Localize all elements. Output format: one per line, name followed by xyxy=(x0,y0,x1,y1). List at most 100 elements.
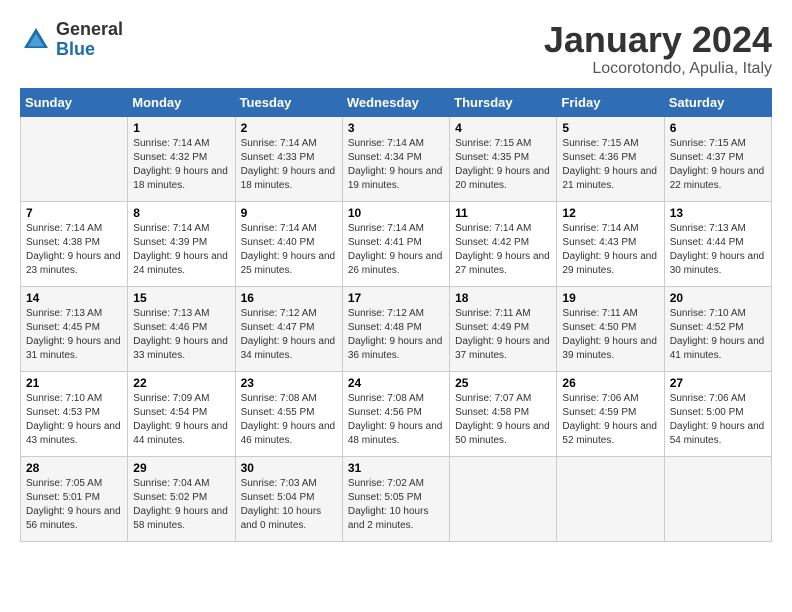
calendar-cell: 24 Sunrise: 7:08 AMSunset: 4:56 PMDayligh… xyxy=(342,371,449,456)
day-number: 14 xyxy=(26,291,122,305)
day-info: Sunrise: 7:08 AMSunset: 4:56 PMDaylight:… xyxy=(348,392,444,448)
calendar-cell xyxy=(21,116,128,201)
calendar-cell: 3 Sunrise: 7:14 AMSunset: 4:34 PMDaylight… xyxy=(342,116,449,201)
day-info: Sunrise: 7:07 AMSunset: 4:58 PMDaylight:… xyxy=(455,392,551,448)
day-number: 13 xyxy=(670,206,766,220)
day-info: Sunrise: 7:10 AMSunset: 4:53 PMDaylight:… xyxy=(26,392,122,448)
calendar-cell: 27 Sunrise: 7:06 AMSunset: 5:00 PMDayligh… xyxy=(664,371,771,456)
day-info: Sunrise: 7:08 AMSunset: 4:55 PMDaylight:… xyxy=(241,392,337,448)
day-info: Sunrise: 7:04 AMSunset: 5:02 PMDaylight:… xyxy=(133,477,229,533)
calendar-cell xyxy=(450,456,557,541)
calendar-cell: 17Sunrise: 7:12 AMSunset: 4:48 PMDayligh… xyxy=(342,286,449,371)
day-info: Sunrise: 7:14 AMSunset: 4:43 PMDaylight:… xyxy=(562,222,658,278)
calendar-week-row: 14Sunrise: 7:13 AMSunset: 4:45 PMDayligh… xyxy=(21,286,772,371)
day-of-week-header: Sunday xyxy=(21,88,128,116)
calendar-cell: 4 Sunrise: 7:15 AMSunset: 4:35 PMDaylight… xyxy=(450,116,557,201)
calendar-cell: 23 Sunrise: 7:08 AMSunset: 4:55 PMDayligh… xyxy=(235,371,342,456)
calendar-cell: 22Sunrise: 7:09 AMSunset: 4:54 PMDayligh… xyxy=(128,371,235,456)
logo-blue: Blue xyxy=(56,40,123,60)
day-info: Sunrise: 7:14 AMSunset: 4:34 PMDaylight:… xyxy=(348,137,444,193)
day-info: Sunrise: 7:14 AMSunset: 4:42 PMDaylight:… xyxy=(455,222,551,278)
day-number: 8 xyxy=(133,206,229,220)
day-number: 5 xyxy=(562,121,658,135)
calendar-cell: 7Sunrise: 7:14 AMSunset: 4:38 PMDaylight… xyxy=(21,201,128,286)
calendar-cell: 29 Sunrise: 7:04 AMSunset: 5:02 PMDayligh… xyxy=(128,456,235,541)
day-info: Sunrise: 7:11 AMSunset: 4:50 PMDaylight:… xyxy=(562,307,658,363)
day-number: 20 xyxy=(670,291,766,305)
day-number: 25 xyxy=(455,376,551,390)
day-info: Sunrise: 7:02 AMSunset: 5:05 PMDaylight:… xyxy=(348,477,444,533)
day-info: Sunrise: 7:14 AMSunset: 4:39 PMDaylight:… xyxy=(133,222,229,278)
day-info: Sunrise: 7:06 AMSunset: 5:00 PMDaylight:… xyxy=(670,392,766,448)
day-number: 23 xyxy=(241,376,337,390)
day-number: 30 xyxy=(241,461,337,475)
day-number: 22 xyxy=(133,376,229,390)
day-number: 4 xyxy=(455,121,551,135)
day-info: Sunrise: 7:13 AMSunset: 4:46 PMDaylight:… xyxy=(133,307,229,363)
day-info: Sunrise: 7:03 AMSunset: 5:04 PMDaylight:… xyxy=(241,477,337,533)
calendar-cell: 11 Sunrise: 7:14 AMSunset: 4:42 PMDayligh… xyxy=(450,201,557,286)
day-info: Sunrise: 7:13 AMSunset: 4:44 PMDaylight:… xyxy=(670,222,766,278)
calendar-cell: 25 Sunrise: 7:07 AMSunset: 4:58 PMDayligh… xyxy=(450,371,557,456)
day-of-week-header: Thursday xyxy=(450,88,557,116)
day-info: Sunrise: 7:10 AMSunset: 4:52 PMDaylight:… xyxy=(670,307,766,363)
calendar-cell: 26Sunrise: 7:06 AMSunset: 4:59 PMDayligh… xyxy=(557,371,664,456)
day-number: 12 xyxy=(562,206,658,220)
day-number: 3 xyxy=(348,121,444,135)
calendar-cell xyxy=(557,456,664,541)
day-info: Sunrise: 7:15 AMSunset: 4:35 PMDaylight:… xyxy=(455,137,551,193)
logo: General Blue xyxy=(20,20,123,60)
month-title: January 2024 xyxy=(544,20,772,60)
day-info: Sunrise: 7:06 AMSunset: 4:59 PMDaylight:… xyxy=(562,392,658,448)
day-number: 15 xyxy=(133,291,229,305)
day-number: 6 xyxy=(670,121,766,135)
calendar-cell: 10 Sunrise: 7:14 AMSunset: 4:41 PMDayligh… xyxy=(342,201,449,286)
day-info: Sunrise: 7:12 AMSunset: 4:48 PMDaylight:… xyxy=(348,307,444,363)
calendar-cell: 9Sunrise: 7:14 AMSunset: 4:40 PMDaylight… xyxy=(235,201,342,286)
calendar-cell: 30 Sunrise: 7:03 AMSunset: 5:04 PMDayligh… xyxy=(235,456,342,541)
day-number: 21 xyxy=(26,376,122,390)
calendar-header-row: SundayMondayTuesdayWednesdayThursdayFrid… xyxy=(21,88,772,116)
day-number: 24 xyxy=(348,376,444,390)
day-info: Sunrise: 7:14 AMSunset: 4:38 PMDaylight:… xyxy=(26,222,122,278)
calendar-week-row: 7Sunrise: 7:14 AMSunset: 4:38 PMDaylight… xyxy=(21,201,772,286)
day-info: Sunrise: 7:05 AMSunset: 5:01 PMDaylight:… xyxy=(26,477,122,533)
day-info: Sunrise: 7:14 AMSunset: 4:40 PMDaylight:… xyxy=(241,222,337,278)
calendar-cell: 28 Sunrise: 7:05 AMSunset: 5:01 PMDayligh… xyxy=(21,456,128,541)
day-of-week-header: Tuesday xyxy=(235,88,342,116)
day-info: Sunrise: 7:11 AMSunset: 4:49 PMDaylight:… xyxy=(455,307,551,363)
calendar-cell: 15 Sunrise: 7:13 AMSunset: 4:46 PMDayligh… xyxy=(128,286,235,371)
day-number: 29 xyxy=(133,461,229,475)
day-info: Sunrise: 7:14 AMSunset: 4:32 PMDaylight:… xyxy=(133,137,229,193)
calendar-cell: 20 Sunrise: 7:10 AMSunset: 4:52 PMDayligh… xyxy=(664,286,771,371)
day-number: 28 xyxy=(26,461,122,475)
day-number: 19 xyxy=(562,291,658,305)
calendar-cell: 2Sunrise: 7:14 AMSunset: 4:33 PMDaylight… xyxy=(235,116,342,201)
day-number: 10 xyxy=(348,206,444,220)
calendar-cell: 14Sunrise: 7:13 AMSunset: 4:45 PMDayligh… xyxy=(21,286,128,371)
day-number: 16 xyxy=(241,291,337,305)
day-info: Sunrise: 7:12 AMSunset: 4:47 PMDaylight:… xyxy=(241,307,337,363)
day-info: Sunrise: 7:15 AMSunset: 4:37 PMDaylight:… xyxy=(670,137,766,193)
day-of-week-header: Saturday xyxy=(664,88,771,116)
calendar-table: SundayMondayTuesdayWednesdayThursdayFrid… xyxy=(20,88,772,542)
day-number: 11 xyxy=(455,206,551,220)
day-number: 2 xyxy=(241,121,337,135)
day-info: Sunrise: 7:14 AMSunset: 4:41 PMDaylight:… xyxy=(348,222,444,278)
calendar-cell: 6 Sunrise: 7:15 AMSunset: 4:37 PMDaylight… xyxy=(664,116,771,201)
day-number: 27 xyxy=(670,376,766,390)
calendar-cell: 5Sunrise: 7:15 AMSunset: 4:36 PMDaylight… xyxy=(557,116,664,201)
calendar-cell: 31Sunrise: 7:02 AMSunset: 5:05 PMDayligh… xyxy=(342,456,449,541)
calendar-cell: 1Sunrise: 7:14 AMSunset: 4:32 PMDaylight… xyxy=(128,116,235,201)
logo-icon xyxy=(20,24,52,56)
location: Locorotondo, Apulia, Italy xyxy=(544,60,772,78)
day-of-week-header: Monday xyxy=(128,88,235,116)
calendar-cell: 21 Sunrise: 7:10 AMSunset: 4:53 PMDayligh… xyxy=(21,371,128,456)
day-of-week-header: Friday xyxy=(557,88,664,116)
calendar-week-row: 1Sunrise: 7:14 AMSunset: 4:32 PMDaylight… xyxy=(21,116,772,201)
calendar-cell: 18Sunrise: 7:11 AMSunset: 4:49 PMDayligh… xyxy=(450,286,557,371)
day-of-week-header: Wednesday xyxy=(342,88,449,116)
calendar-cell: 19 Sunrise: 7:11 AMSunset: 4:50 PMDayligh… xyxy=(557,286,664,371)
calendar-cell: 13 Sunrise: 7:13 AMSunset: 4:44 PMDayligh… xyxy=(664,201,771,286)
calendar-cell: 8 Sunrise: 7:14 AMSunset: 4:39 PMDaylight… xyxy=(128,201,235,286)
